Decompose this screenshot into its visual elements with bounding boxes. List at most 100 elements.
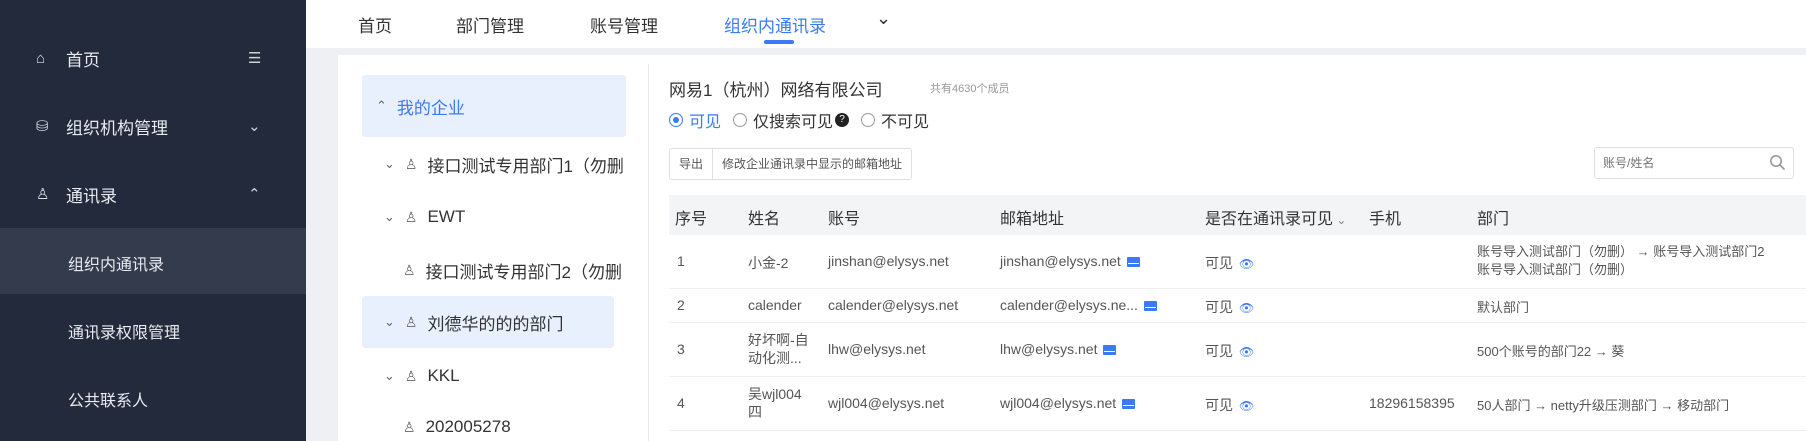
sidebar-subitem-label: 组织内通讯录 xyxy=(68,257,165,274)
tab-more-chevron-icon[interactable]: ⌄ xyxy=(876,8,891,29)
radio-search-only[interactable]: 仅搜索可见 ? xyxy=(733,108,850,132)
help-icon[interactable]: ? xyxy=(835,113,850,127)
chevron-down-icon[interactable]: ⌄ xyxy=(384,314,395,330)
sidebar-subitem-label: 公共联系人 xyxy=(68,393,149,410)
col-header-visible[interactable]: 是否在通讯录可见 ⌄ xyxy=(1205,205,1346,229)
cell-dept-line2: 账号导入测试部门（勿删） xyxy=(1477,262,1634,277)
cell-index: 4 xyxy=(677,395,685,411)
sidebar-item-label: 组织机构管理 xyxy=(66,118,168,138)
tree-node-label: 刘德华的的的部门 xyxy=(427,314,564,334)
member-count: 共有4630个成员 xyxy=(930,83,1010,95)
group-icon: ♙ xyxy=(404,313,418,330)
cell-name: calender xyxy=(748,297,802,313)
chevron-down-icon[interactable]: ⌄ xyxy=(384,368,395,384)
cell-email-text: wjl004@elysys.net xyxy=(1000,395,1117,411)
action-button-group: 导出 修改企业通讯录中显示的邮箱地址 xyxy=(669,148,913,180)
search-icon[interactable] xyxy=(1769,154,1785,170)
col-header-visible-label: 是否在通讯录可见 xyxy=(1205,211,1334,228)
tree-node-label: 接口测试专用部门1（勿删 xyxy=(427,156,624,176)
cell-name: 吴wjl004四 xyxy=(748,386,802,420)
contacts-icon: ♙ xyxy=(36,186,50,203)
col-header-index: 序号 xyxy=(675,211,708,228)
tree-node-kkl[interactable]: ⌄ ♙ KKL xyxy=(384,362,460,390)
cell-dept: 账号导入测试部门（勿删） → 账号导入测试部门2 账号导入测试部门（勿删） xyxy=(1477,243,1806,279)
mail-icon[interactable] xyxy=(1103,345,1117,356)
chevron-down-icon: ⌄ xyxy=(1333,213,1347,227)
tab-department[interactable]: 部门管理 xyxy=(456,12,524,37)
sidebar-item-org[interactable]: ⛁ 组织机构管理 ⌄ xyxy=(0,108,306,144)
cell-visible-text: 可见 xyxy=(1205,343,1233,359)
tree-node-ldh-dept[interactable]: ⌄ ♙ 刘德华的的的部门 xyxy=(362,296,614,348)
cell-email: wjl004@elysys.net xyxy=(1000,395,1136,411)
cell-email: jinshan@elysys.net xyxy=(1000,253,1140,269)
tree-node-202005278[interactable]: ♙ 202005278 xyxy=(403,414,511,440)
col-header-email: 邮箱地址 xyxy=(1000,211,1065,228)
table-row[interactable]: 1 小金-2 jinshan@elysys.net jinshan@elysys… xyxy=(669,235,1806,289)
cell-name: 小金-2 xyxy=(748,255,789,271)
tree-node-label: 接口测试专用部门2（勿删 xyxy=(425,262,623,282)
tree-node-label: 202005278 xyxy=(425,417,511,436)
tree-node-dept1[interactable]: ⌄ ♙ 接口测试专用部门1（勿删 xyxy=(384,150,624,178)
cell-account: lhw@elysys.net xyxy=(828,341,926,357)
tab-account[interactable]: 账号管理 xyxy=(590,12,658,37)
eye-icon[interactable]: 👁 xyxy=(1239,399,1254,413)
cell-phone: 18296158395 xyxy=(1369,395,1455,411)
tab-home[interactable]: 首页 xyxy=(358,12,392,37)
table-header: 序号 姓名 账号 邮箱地址 是否在通讯录可见 ⌄ 手机 部门 xyxy=(669,195,1806,235)
cell-account: jinshan@elysys.net xyxy=(828,253,949,269)
group-icon: ♙ xyxy=(404,208,418,225)
radio-invisible[interactable]: 不可见 xyxy=(861,108,929,132)
chevron-down-icon[interactable]: ⌄ xyxy=(384,156,395,172)
radio-label: 仅搜索可见 xyxy=(753,114,834,131)
menu-collapse-icon[interactable]: ☰ xyxy=(248,49,261,67)
cell-index: 3 xyxy=(677,341,685,357)
mail-icon[interactable] xyxy=(1143,301,1157,312)
group-icon: ♙ xyxy=(403,261,416,278)
sidebar-subitem-org-contacts[interactable]: 组织内通讯录 xyxy=(0,228,306,294)
tree-node-ewt[interactable]: ⌄ ♙ EWT xyxy=(384,203,465,231)
eye-icon[interactable]: 👁 xyxy=(1239,257,1254,271)
cell-email: lhw@elysys.net xyxy=(1000,341,1117,357)
tree-root-my-company[interactable]: ⌃ 我的企业 xyxy=(362,75,626,137)
cell-dept-line1: 账号导入测试部门（勿删） → 账号导入测试部门2 xyxy=(1477,244,1765,259)
search-input[interactable] xyxy=(1594,147,1794,179)
tab-org-contacts[interactable]: 组织内通讯录 xyxy=(724,12,826,37)
active-tab-indicator xyxy=(764,40,794,44)
cell-visible: 可见 👁 xyxy=(1205,253,1254,273)
radio-label: 不可见 xyxy=(881,114,930,131)
radio-label: 可见 xyxy=(689,114,722,131)
chevron-down-icon[interactable]: ⌄ xyxy=(384,209,395,225)
cell-visible-text: 可见 xyxy=(1205,255,1233,271)
top-tab-bar: 首页 部门管理 账号管理 组织内通讯录 ⌄ xyxy=(306,0,1806,48)
company-name: 网易1（杭州）网络有限公司 xyxy=(669,81,883,100)
tree-node-label: 我的企业 xyxy=(396,98,465,118)
eye-icon[interactable]: 👁 xyxy=(1239,345,1254,359)
home-icon: ⌂ xyxy=(36,49,46,67)
sidebar-subitem-label: 通讯录权限管理 xyxy=(68,325,181,342)
sidebar-item-home[interactable]: ⌂ 首页 ☰ xyxy=(0,40,306,76)
table-row[interactable]: 2 calender calender@elysys.net calender@… xyxy=(669,289,1806,323)
sidebar-subitem-contacts-permission[interactable]: 通讯录权限管理 xyxy=(0,296,306,362)
cell-account: wjl004@elysys.net xyxy=(828,395,945,411)
group-icon: ♙ xyxy=(403,418,416,435)
table-row[interactable]: 3 好坏啊-自动化测... lhw@elysys.net lhw@elysys.… xyxy=(669,323,1806,377)
export-button[interactable]: 导出 xyxy=(670,149,712,179)
tree-node-dept2[interactable]: ♙ 接口测试专用部门2（勿删 xyxy=(403,256,622,284)
col-header-dept: 部门 xyxy=(1477,211,1510,228)
mail-icon[interactable] xyxy=(1126,257,1140,268)
edit-email-display-button[interactable]: 修改企业通讯录中显示的邮箱地址 xyxy=(712,149,911,179)
col-header-phone: 手机 xyxy=(1369,211,1402,228)
radio-unchecked-icon xyxy=(861,113,876,127)
eye-icon[interactable]: 👁 xyxy=(1239,301,1254,315)
radio-visible[interactable]: 可见 xyxy=(669,108,721,132)
table-row[interactable]: 4 吴wjl004四 wjl004@elysys.net wjl004@elys… xyxy=(669,377,1806,431)
sidebar-item-contacts[interactable]: ♙ 通讯录 ⌃ xyxy=(0,176,306,212)
cell-email-text: calender@elysys.ne... xyxy=(1000,297,1138,313)
cell-visible: 可见 👁 xyxy=(1205,395,1254,415)
sidebar-subitem-public-contacts[interactable]: 公共联系人 xyxy=(0,364,306,430)
group-icon: ♙ xyxy=(404,367,418,384)
cell-index: 1 xyxy=(677,253,685,269)
visibility-radio-group: 可见 仅搜索可见 ? 不可见 xyxy=(669,108,941,132)
mail-icon[interactable] xyxy=(1122,399,1136,410)
col-header-account: 账号 xyxy=(828,211,861,228)
